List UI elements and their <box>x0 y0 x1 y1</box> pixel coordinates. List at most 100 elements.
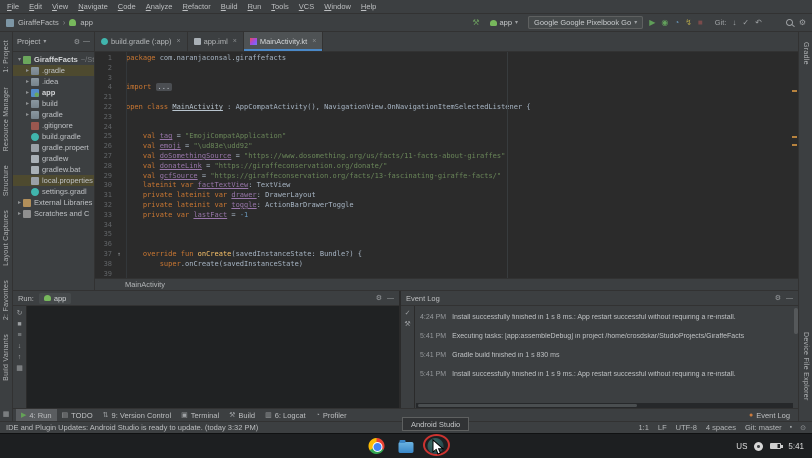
editor-scrollbar[interactable] <box>790 52 798 278</box>
event-log-hscrollbar[interactable] <box>416 403 793 408</box>
tree-item-gradlew-bat[interactable]: gradlew.bat <box>13 164 94 175</box>
event-log-settings-gear-icon[interactable]: ⚙ <box>775 294 781 302</box>
tool-strip-1-project[interactable]: 1: Project <box>3 40 10 73</box>
tree-item-settings-gradl[interactable]: settings.gradl <box>13 186 94 197</box>
menu-file[interactable]: File <box>2 2 24 11</box>
toolwindow-event-log[interactable]: ●Event Log <box>744 409 795 421</box>
run-config-select[interactable]: app ▾ <box>486 17 523 28</box>
run-settings-gear-icon[interactable]: ⚙ <box>376 294 382 302</box>
tree-item-scratches-and-c[interactable]: ▸Scratches and C <box>13 208 94 219</box>
menu-navigate[interactable]: Navigate <box>73 2 113 11</box>
menu-view[interactable]: View <box>47 2 73 11</box>
scroll-up-icon[interactable]: ↑ <box>18 354 22 361</box>
menu-build[interactable]: Build <box>216 2 243 11</box>
menu-refactor[interactable]: Refactor <box>177 2 215 11</box>
tab-build-gradle-app[interactable]: build.gradle (:app)× <box>95 32 188 51</box>
menu-run[interactable]: Run <box>243 2 267 11</box>
restore-layout-icon[interactable]: ≡ <box>17 332 21 339</box>
status-4-spaces[interactable]: 4 spaces <box>706 423 736 432</box>
toolwindow-profiler[interactable]: ◔Profiler <box>311 409 352 421</box>
tool-strip-resource-manager[interactable]: Resource Manager <box>3 87 10 151</box>
scroll-down-icon[interactable]: ↓ <box>18 343 22 350</box>
tray-status-icon[interactable] <box>754 442 763 451</box>
close-icon[interactable]: × <box>312 38 316 45</box>
stop-button[interactable]: ■ <box>698 19 703 27</box>
panel-settings-gear-icon[interactable]: ⚙ <box>74 38 80 46</box>
run-button[interactable]: ▶ <box>649 19 655 27</box>
panel-hide-icon[interactable]: — <box>83 38 90 45</box>
close-icon[interactable]: × <box>176 38 180 45</box>
event-log-settings-icon[interactable]: ⚒ <box>404 321 410 328</box>
event-log-hide-icon[interactable]: — <box>786 295 793 302</box>
toolwindow-9-version-control[interactable]: ⇅9: Version Control <box>98 409 177 421</box>
code-editor[interactable]: 1package com.naranjaconsal.giraffefacts2… <box>95 52 798 278</box>
menu-code[interactable]: Code <box>113 2 141 11</box>
git-update-button[interactable]: ↓ <box>732 19 736 27</box>
menu-analyze[interactable]: Analyze <box>141 2 178 11</box>
expand-arrow-icon[interactable]: ▸ <box>24 89 31 96</box>
readonly-lock-icon[interactable]: ▪ <box>790 424 792 431</box>
toolwindow-todo[interactable]: ▤TODO <box>57 409 98 421</box>
tree-item-gradle-propert[interactable]: gradle.propert <box>13 142 94 153</box>
tab-mainactivity-kt[interactable]: MainActivity.kt× <box>244 32 323 51</box>
tree-item-gradle[interactable]: ▸.gradle <box>13 65 94 76</box>
tool-strip-structure[interactable]: Structure <box>3 165 10 196</box>
keyboard-layout-indicator[interactable]: US <box>736 442 747 451</box>
chrome-taskbar-icon[interactable] <box>369 438 385 454</box>
tree-item-local-properties[interactable]: local.properties <box>13 175 94 186</box>
git-commit-button[interactable]: ✓ <box>742 19 749 27</box>
profiler-button[interactable]: ◔ <box>674 19 679 27</box>
search-icon[interactable] <box>786 19 793 26</box>
clock[interactable]: 5:41 <box>788 442 804 451</box>
tree-item-giraffefacts[interactable]: ▾GiraffeFacts~/St <box>13 54 94 65</box>
toolwindow-6-logcat[interactable]: ▥6: Logcat <box>260 409 310 421</box>
mark-all-read-icon[interactable]: ✓ <box>405 310 411 317</box>
expand-arrow-icon[interactable]: ▸ <box>16 199 23 206</box>
menu-tools[interactable]: Tools <box>266 2 294 11</box>
run-tab-app[interactable]: app <box>39 293 72 304</box>
expand-arrow-icon[interactable]: ▸ <box>24 100 31 107</box>
menu-help[interactable]: Help <box>356 2 381 11</box>
chevron-down-icon[interactable]: ▾ <box>43 38 46 45</box>
run-hide-icon[interactable]: — <box>387 295 394 302</box>
toolwindow-build[interactable]: ⚒Build <box>224 409 260 421</box>
toolwindow-4-run[interactable]: ▶4: Run <box>16 409 57 421</box>
tool-strip-2-favorites[interactable]: 2: Favorites <box>3 280 10 320</box>
breadcrumb-module[interactable]: app <box>80 18 93 27</box>
collapse-arrow-icon[interactable]: ▾ <box>16 56 23 63</box>
expand-arrow-icon[interactable]: ▸ <box>24 67 31 74</box>
tool-strip-layout-captures[interactable]: Layout Captures <box>3 210 10 266</box>
run-console[interactable] <box>27 306 399 408</box>
tree-item-idea[interactable]: ▸.idea <box>13 76 94 87</box>
tool-strip-device-file-explorer[interactable]: Device File Explorer <box>802 332 809 401</box>
build-hammer-icon[interactable]: ⚒ <box>472 19 479 27</box>
tree-item-gradle[interactable]: ▸gradle <box>13 109 94 120</box>
tree-item-build[interactable]: ▸build <box>13 98 94 109</box>
debug-button[interactable]: ◉ <box>661 19 668 27</box>
menu-vcs[interactable]: VCS <box>294 2 319 11</box>
expand-arrow-icon[interactable]: ▸ <box>24 111 31 118</box>
tool-window-switcher-icon[interactable]: ▦ <box>3 410 10 418</box>
expand-arrow-icon[interactable]: ▸ <box>16 210 23 217</box>
apply-changes-button[interactable]: ↯ <box>685 19 692 27</box>
menu-window[interactable]: Window <box>319 2 356 11</box>
toolwindow-terminal[interactable]: ▣Terminal <box>176 409 224 421</box>
status-utf-8[interactable]: UTF-8 <box>676 423 697 432</box>
tree-item-app[interactable]: ▸app <box>13 87 94 98</box>
files-taskbar-icon[interactable] <box>399 442 414 453</box>
rerun-icon[interactable]: ↻ <box>17 310 23 317</box>
breadcrumb-class[interactable]: MainActivity <box>125 280 165 289</box>
tree-item-external-libraries[interactable]: ▸External Libraries <box>13 197 94 208</box>
settings-gear-icon[interactable]: ⚙ <box>799 19 806 27</box>
menu-edit[interactable]: Edit <box>24 2 47 11</box>
tab-app-iml[interactable]: app.iml× <box>188 32 244 51</box>
stop-icon[interactable]: ■ <box>17 321 21 328</box>
status-message[interactable]: IDE and Plugin Updates: Android Studio i… <box>6 423 258 432</box>
expand-arrow-icon[interactable]: ▸ <box>24 78 31 85</box>
close-icon[interactable]: × <box>233 38 237 45</box>
event-log-scrollbar[interactable] <box>794 308 798 334</box>
device-select[interactable]: Google Google Pixelbook Go ▾ <box>528 16 643 29</box>
tool-strip-gradle[interactable]: Gradle <box>802 42 809 65</box>
breadcrumb-project[interactable]: GiraffeFacts <box>18 18 59 27</box>
tree-item-build-gradle[interactable]: build.gradle <box>13 131 94 142</box>
